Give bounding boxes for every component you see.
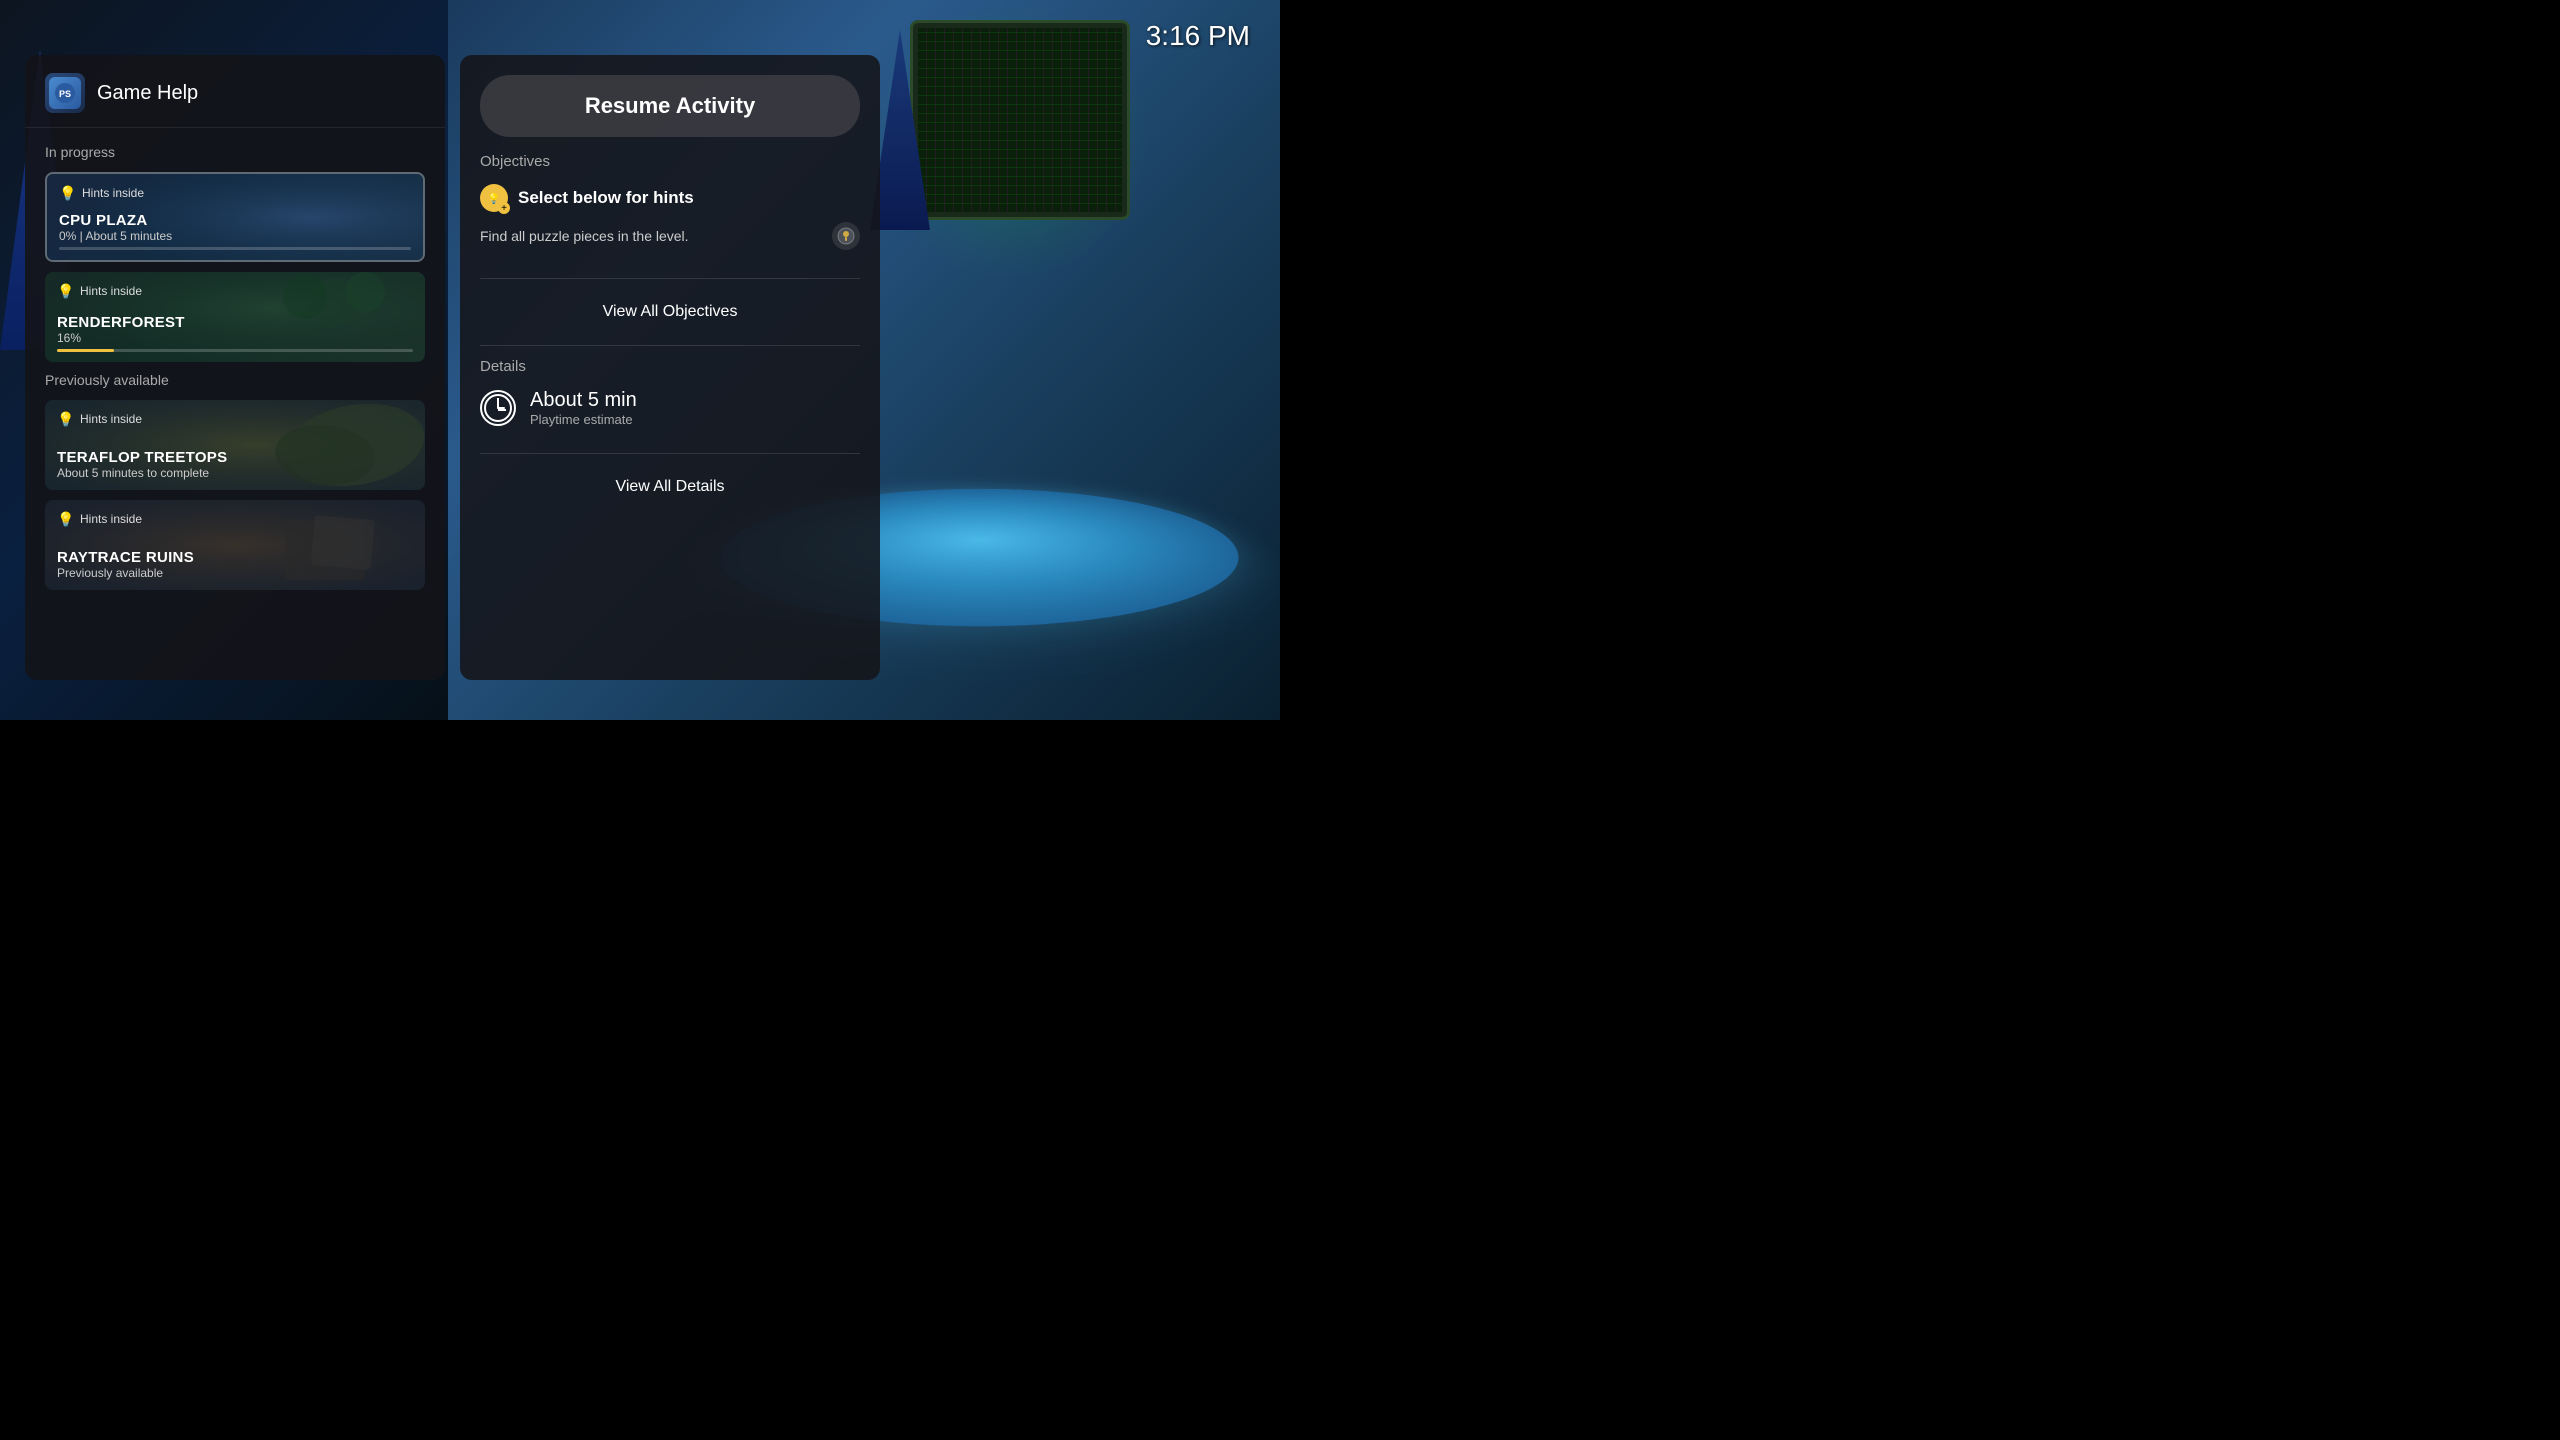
clock-icon [480,390,516,426]
activity-content-raytrace: 💡 Hints inside RAYTRACE RUINS Previously… [45,500,425,590]
hints-badge-cpu: 💡 Hints inside [59,184,411,202]
objective-main: 💡 Select below for hints [480,184,860,212]
activity-item-raytrace[interactable]: 💡 Hints inside RAYTRACE RUINS Previously… [45,500,425,590]
hints-badge-raytrace: 💡 Hints inside [57,510,413,528]
objectives-divider [480,278,860,279]
main-panel: PS Game Help In progress [25,55,445,680]
activity-sub-raytrace: Previously available [57,566,413,580]
activity-content-cpu: 💡 Hints inside CPU PLAZA 0% | About 5 mi… [47,174,423,260]
panel-header: PS Game Help [25,55,445,128]
activity-name-teraflop: TERAFLOP TREETOPS [57,449,413,466]
playtime-info: About 5 min Playtime estimate [530,389,637,427]
activity-name-render: RENDERFOREST [57,314,413,331]
view-all-objectives-button[interactable]: View All Objectives [480,291,860,333]
resume-activity-button[interactable]: Resume Activity [480,75,860,137]
playtime-label: Playtime estimate [530,412,637,427]
screen-element [910,20,1130,220]
hint-icon-teraflop: 💡 [57,410,75,428]
playtime-row: About 5 min Playtime estimate [480,389,860,427]
objective-hint-icon: 💡 [480,184,508,212]
activity-name-cpu: CPU PLAZA [59,212,411,229]
activity-item-renderforest[interactable]: 💡 Hints inside RENDERFOREST 16% [45,272,425,362]
activity-item-cpu-plaza[interactable]: 💡 Hints inside CPU PLAZA 0% | About 5 mi… [45,172,425,262]
details-label: Details [480,358,860,375]
playtime-amount: About 5 min [530,389,637,412]
progress-bar-fill-render [57,349,114,352]
view-all-details-button[interactable]: View All Details [480,466,860,508]
objective-desc-text: Find all puzzle pieces in the level. [480,228,689,244]
view-details-divider [480,453,860,454]
section-separator: Previously available [45,372,425,388]
progress-bar-container-cpu [59,247,411,250]
hints-label-cpu: Hints inside [82,186,144,200]
hints-label-teraflop: Hints inside [80,412,142,426]
panel-list: In progress 💡 Hints in [25,128,445,680]
panel-title: Game Help [97,82,198,105]
details-divider [480,345,860,346]
hints-badge-teraflop: 💡 Hints inside [57,410,413,428]
objectives-label: Objectives [480,153,860,170]
hint-icon-render: 💡 [57,282,75,300]
activity-sub-cpu: 0% | About 5 minutes [59,229,411,243]
progress-bar-container-render [57,349,413,352]
activity-content-render: 💡 Hints inside RENDERFOREST 16% [45,272,425,362]
detail-content: Objectives 💡 Select below for hints Find… [460,153,880,680]
game-icon: PS [45,73,85,113]
svg-text:💡: 💡 [488,192,500,205]
time-display: 3:16 PM [1146,20,1250,52]
in-progress-label: In progress [45,144,425,160]
activity-sub-render: 16% [57,331,413,345]
hint-orb-button[interactable] [832,222,860,250]
hint-icon-raytrace: 💡 [57,510,75,528]
activity-name-raytrace: RAYTRACE RUINS [57,549,413,566]
objective-description: Find all puzzle pieces in the level. [480,222,860,250]
hint-icon-cpu: 💡 [59,184,77,202]
activity-item-teraflop[interactable]: 💡 Hints inside TERAFLOP TREETOPS About 5… [45,400,425,490]
previously-available-label: Previously available [45,372,425,388]
hints-label-raytrace: Hints inside [80,512,142,526]
svg-text:PS: PS [59,89,71,99]
hints-label-render: Hints inside [80,284,142,298]
activity-content-teraflop: 💡 Hints inside TERAFLOP TREETOPS About 5… [45,400,425,490]
activity-sub-teraflop: About 5 minutes to complete [57,466,413,480]
objective-title: Select below for hints [518,188,694,208]
detail-panel: Resume Activity Objectives 💡 Select belo… [460,55,880,680]
game-icon-inner: PS [49,77,81,109]
hints-badge-render: 💡 Hints inside [57,282,413,300]
